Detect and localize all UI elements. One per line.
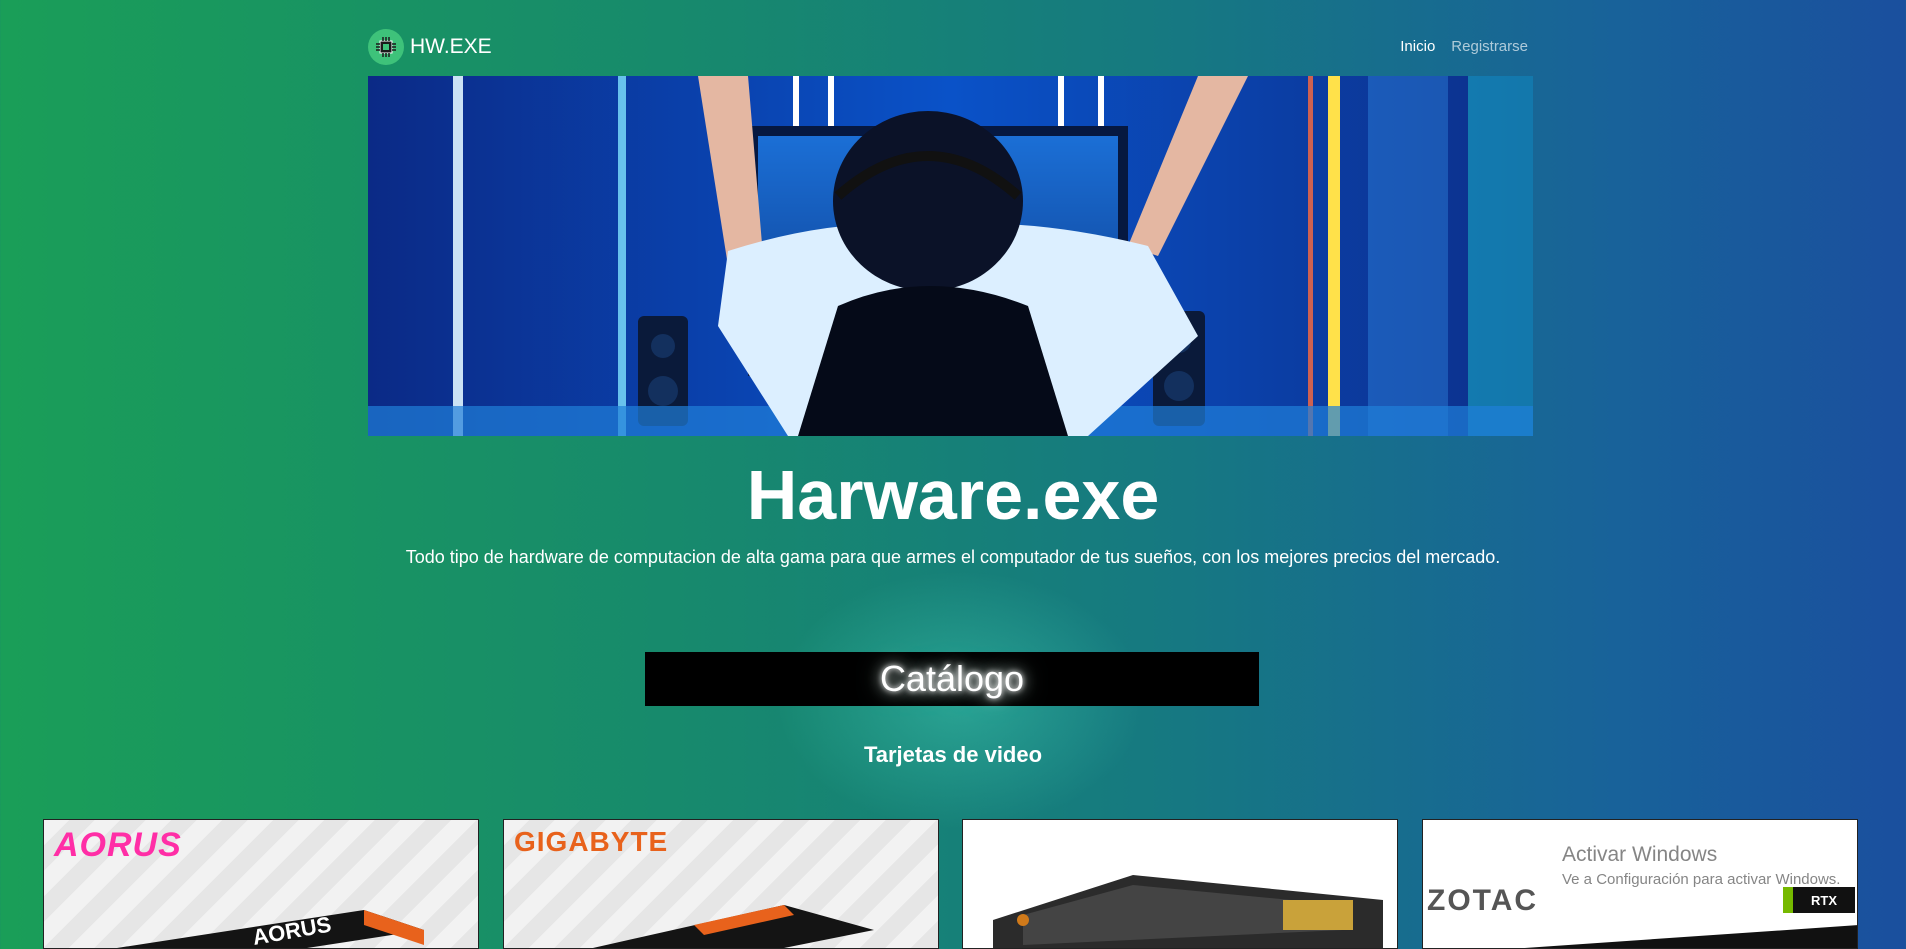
gpu-box-image: AORUS bbox=[117, 910, 424, 948]
nav-inicio[interactable]: Inicio bbox=[1400, 38, 1435, 55]
site-header: HW.EXE Inicio Registrarse bbox=[368, 26, 1528, 66]
product-card-aorus[interactable]: AORUS AORUS bbox=[43, 819, 479, 949]
page-subtitle: Todo tipo de hardware de computacion de … bbox=[405, 547, 1501, 567]
main-nav: Inicio Registrarse bbox=[1400, 38, 1528, 55]
product-brand: GIGABYTE bbox=[514, 826, 669, 857]
gpu-box-image bbox=[1524, 925, 1857, 948]
windows-activation-watermark: Activar Windows Ve a Configuración para … bbox=[1562, 843, 1840, 888]
product-card-tuf[interactable] bbox=[962, 819, 1398, 949]
catalog-heading: Catálogo bbox=[879, 658, 1025, 699]
watermark-subtitle: Ve a Configuración para activar Windows. bbox=[1562, 871, 1841, 888]
gpu-box-image bbox=[592, 905, 874, 948]
product-brand: ZOTAC bbox=[1427, 884, 1539, 917]
page-title: Harware.exe bbox=[746, 456, 1160, 534]
chip-icon bbox=[368, 29, 404, 65]
section-title: Tarjetas de video bbox=[863, 742, 1043, 767]
product-card-gigabyte[interactable]: GIGABYTE bbox=[503, 819, 939, 949]
brand[interactable]: HW.EXE bbox=[368, 29, 492, 65]
product-brand: AORUS bbox=[54, 826, 182, 864]
brand-name: HW.EXE bbox=[410, 35, 492, 58]
catalog-banner: Catálogo bbox=[645, 652, 1259, 706]
gpu-image bbox=[993, 875, 1383, 948]
nav-registrarse[interactable]: Registrarse bbox=[1451, 38, 1528, 55]
rtx-badge: RTX bbox=[1783, 887, 1855, 913]
hero-image bbox=[368, 76, 1533, 436]
watermark-title: Activar Windows bbox=[1562, 843, 1718, 866]
